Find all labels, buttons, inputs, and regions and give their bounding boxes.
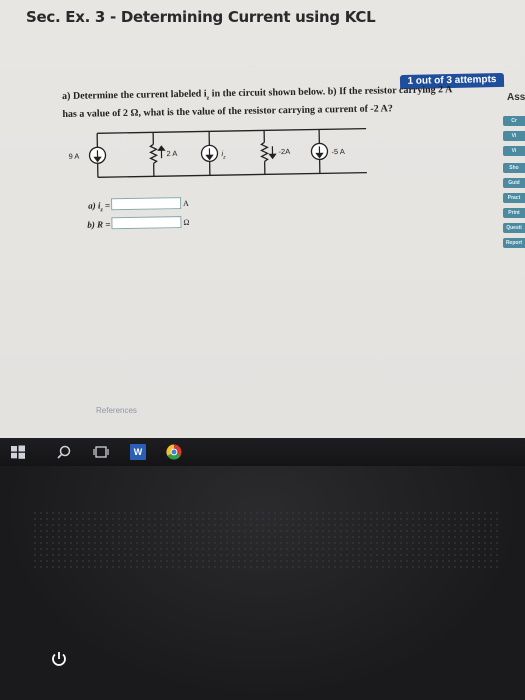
answer-a-input[interactable] [111,197,182,211]
power-icon[interactable] [50,650,68,668]
side-button-report[interactable]: Report [503,238,525,248]
answer-section: a) iz = A b) R = Ω [70,197,189,236]
laptop-bezel [0,466,525,700]
side-button-guided[interactable]: Guid [503,178,525,188]
side-button-print[interactable]: Print [503,208,525,218]
answer-a-label-text: a) iz = [88,200,111,214]
answer-a-unit: A [183,198,189,209]
windows-taskbar: W [0,438,525,466]
resistor-2a [149,143,158,164]
section-title: Sec. Ex. 3 - Determining Current using K… [26,8,376,26]
resistor-minus-2a [260,141,269,162]
side-button-question[interactable]: Questi [503,223,525,233]
resistor2-current-label: -2A [278,146,291,157]
word-icon[interactable]: W [130,444,146,460]
assignment-side-panel: Ass Cr Vi Vi Sho Guid Pract Print Questi… [503,92,525,262]
question-text: a) Determine the current labeled iz in t… [62,82,502,122]
resistor1-arrowhead-icon [157,145,166,151]
resistor2-arrowhead-icon [268,153,277,160]
answer-b-label: b) R = [87,219,111,230]
resistor1-current-label: 2 A [166,148,178,159]
answer-b-input[interactable] [111,216,182,230]
right-source-label: -5 A [331,146,345,157]
answer-iz-subscript: z [100,207,103,214]
iz-subscript: z [223,154,226,161]
side-button-practice[interactable]: Pract [503,193,525,203]
windows-start-icon[interactable] [10,444,26,460]
side-button-show[interactable]: Sho [503,163,525,173]
bottom-wire [97,171,367,178]
side-panel-title: Ass [507,92,525,103]
references-link[interactable]: References [96,406,137,415]
side-button-view-2[interactable]: Vi [503,146,525,156]
search-icon[interactable] [56,444,72,460]
side-button-cr[interactable]: Cr [503,116,525,126]
top-wire [97,127,367,134]
middle-source-label: iz [221,149,225,161]
side-button-view-1[interactable]: Vi [503,131,525,141]
question-line-1-text: a) Determine the current labeled iz in t… [62,84,453,102]
left-source-label: 9 A [68,151,80,161]
task-view-icon[interactable] [93,444,109,460]
speaker-grille [32,510,502,570]
circuit-diagram: 9 A 2 A iz -2A -5 A [58,120,379,186]
answer-a-label: a) iz = [70,200,110,213]
question-iz-subscript: z [206,95,210,102]
answer-b-unit: Ω [183,217,190,228]
chrome-icon[interactable] [166,444,182,460]
